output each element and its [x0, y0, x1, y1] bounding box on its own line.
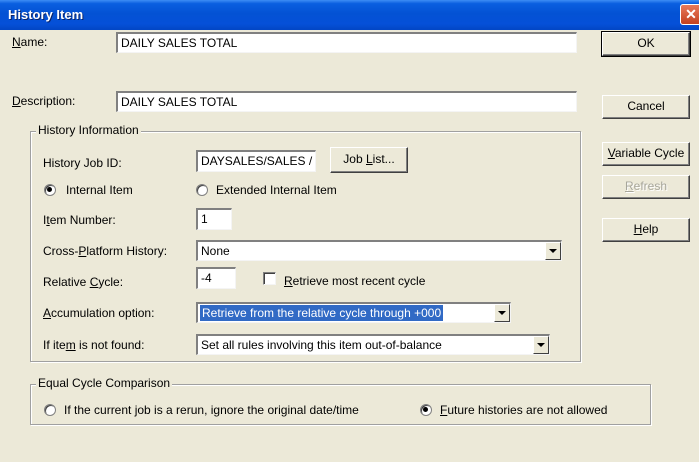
cross-platform-history-label: Cross-Platform History: [43, 244, 168, 258]
extended-internal-item-radio[interactable] [196, 184, 208, 196]
description-label: Description: [12, 94, 76, 108]
cross-platform-history-value: None [201, 244, 230, 258]
name-label: Name: [12, 35, 48, 49]
item-not-found-label: If item is not found: [43, 338, 145, 352]
retrieve-most-recent-label: Retrieve most recent cycle [284, 274, 426, 288]
title-bar: History Item ✕ [0, 0, 699, 30]
accumulation-option-value: Retrieve from the relative cycle through… [200, 305, 444, 321]
internal-item-radio[interactable] [44, 184, 56, 196]
window-title: History Item [8, 7, 84, 22]
item-number-input[interactable]: 1 [196, 208, 232, 230]
retrieve-most-recent-checkbox[interactable] [263, 272, 276, 285]
cancel-button[interactable]: Cancel [602, 95, 690, 119]
item-number-label: Item Number: [43, 213, 116, 227]
relative-cycle-input[interactable]: -4 [196, 267, 236, 289]
item-not-found-select[interactable]: Set all rules involving this item out-of… [196, 334, 550, 355]
relative-cycle-label: Relative Cycle: [43, 275, 124, 289]
future-histories-label: Future histories are not allowed [440, 403, 608, 417]
rerun-ignore-date-label: If the current job is a rerun, ignore th… [64, 403, 359, 417]
history-information-group-label: History Information [36, 123, 141, 137]
cross-platform-history-select[interactable]: None [196, 240, 562, 261]
extended-internal-item-label: Extended Internal Item [216, 183, 337, 197]
item-not-found-value: Set all rules involving this item out-of… [201, 338, 442, 352]
internal-item-label: Internal Item [66, 183, 133, 197]
accumulation-option-label: Accumulation option: [43, 306, 155, 320]
job-list-button[interactable]: Job List... [330, 147, 408, 173]
chevron-down-icon[interactable] [494, 304, 510, 322]
history-job-id-label: History Job ID: [43, 156, 122, 170]
equal-cycle-comparison-group-label: Equal Cycle Comparison [36, 376, 173, 390]
chevron-down-icon[interactable] [545, 242, 561, 260]
refresh-button[interactable]: Refresh [602, 175, 690, 199]
description-input[interactable]: DAILY SALES TOTAL [116, 91, 577, 112]
history-job-id-input[interactable]: DAYSALES/SALES / [196, 150, 316, 172]
future-histories-radio[interactable] [420, 404, 432, 416]
close-icon[interactable]: ✕ [680, 4, 699, 25]
help-button[interactable]: Help [602, 218, 690, 242]
chevron-down-icon[interactable] [533, 336, 549, 354]
variable-cycle-button[interactable]: Variable Cycle [602, 142, 690, 166]
ok-button[interactable]: OK [601, 31, 691, 57]
name-input[interactable]: DAILY SALES TOTAL [116, 32, 577, 53]
rerun-ignore-date-radio[interactable] [44, 404, 56, 416]
accumulation-option-select[interactable]: Retrieve from the relative cycle through… [196, 302, 511, 323]
